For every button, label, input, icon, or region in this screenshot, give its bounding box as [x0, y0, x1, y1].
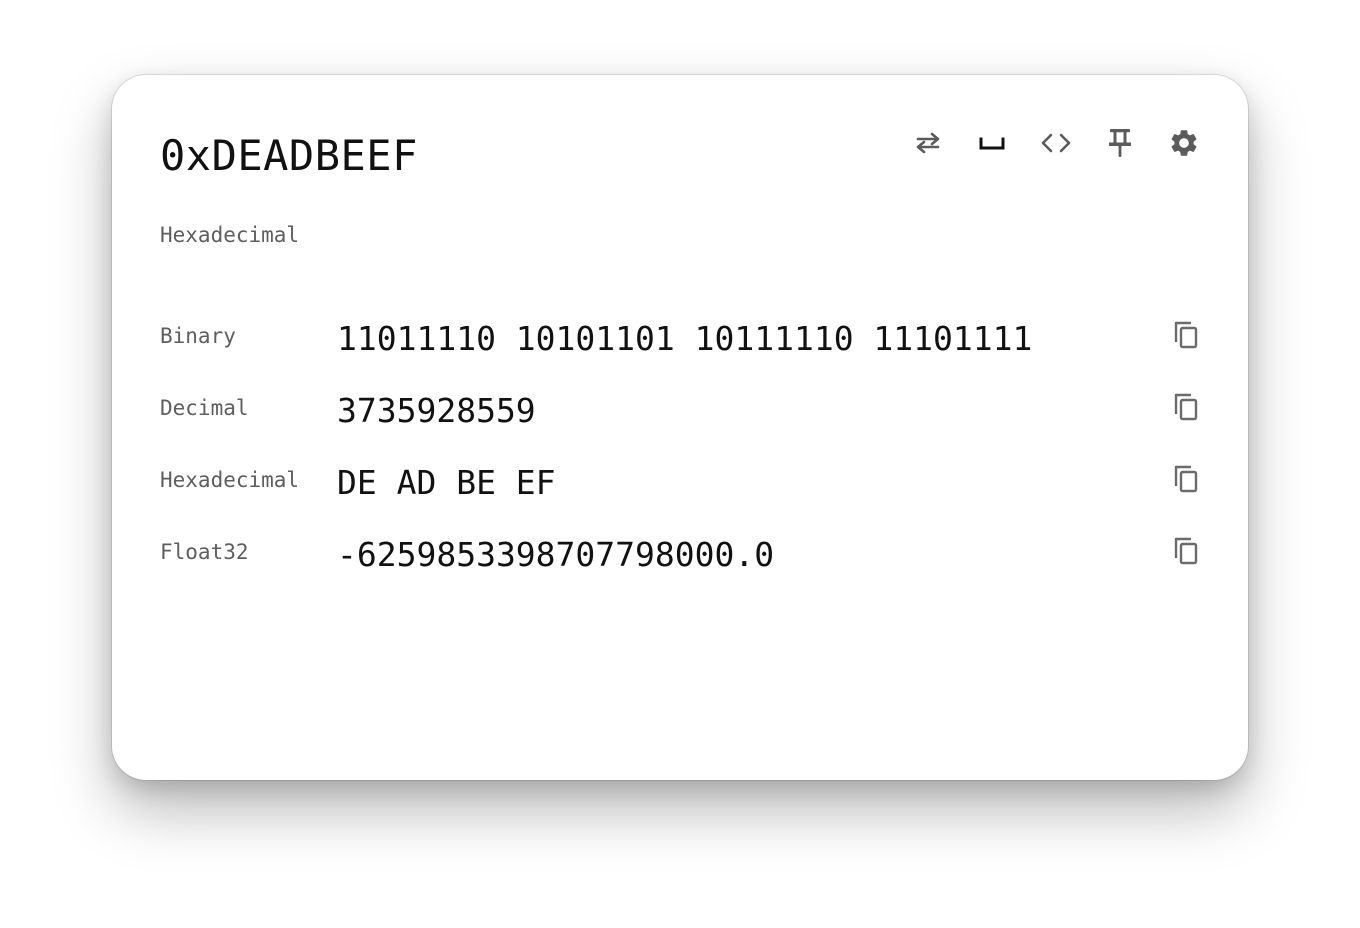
copy-button[interactable]	[1168, 535, 1204, 571]
copy-button[interactable]	[1168, 463, 1204, 499]
row-label: Binary	[160, 324, 236, 348]
conversion-row-hexadecimal: Hexadecimal DE AD BE EF	[160, 459, 1204, 531]
row-value[interactable]: DE AD BE EF	[337, 463, 556, 503]
swap-icon	[913, 130, 943, 156]
pin-button[interactable]	[1102, 123, 1138, 163]
conversion-row-float32: Float32 -6259853398707798000.0	[160, 531, 1204, 603]
code-icon	[1040, 131, 1072, 155]
conversion-list: Binary 11011110 10101101 10111110 111011…	[160, 315, 1204, 603]
page-title: 0xDEADBEEF	[160, 131, 418, 180]
input-format-label: Hexadecimal	[160, 223, 300, 247]
toolbar	[910, 123, 1202, 163]
code-button[interactable]	[1038, 123, 1074, 163]
row-value[interactable]: 3735928559	[337, 391, 536, 431]
space-icon	[979, 133, 1005, 153]
gear-icon	[1168, 127, 1200, 159]
copy-icon	[1172, 320, 1200, 354]
swap-button[interactable]	[910, 123, 946, 163]
row-label: Decimal	[160, 396, 249, 420]
row-label: Float32	[160, 540, 249, 564]
space-toggle-button[interactable]	[974, 123, 1010, 163]
copy-icon	[1172, 536, 1200, 570]
copy-button[interactable]	[1168, 319, 1204, 355]
copy-icon	[1172, 464, 1200, 498]
conversion-row-decimal: Decimal 3735928559	[160, 387, 1204, 459]
copy-icon	[1172, 392, 1200, 426]
converter-window: 0xDEADBEEF Hexadecimal Binary 11011110 1…	[112, 75, 1248, 780]
row-value[interactable]: 11011110 10101101 10111110 11101111	[337, 319, 1032, 359]
row-label: Hexadecimal	[160, 468, 300, 492]
row-value[interactable]: -6259853398707798000.0	[337, 535, 774, 575]
conversion-row-binary: Binary 11011110 10101101 10111110 111011…	[160, 315, 1204, 387]
copy-button[interactable]	[1168, 391, 1204, 427]
pin-icon	[1107, 127, 1133, 159]
settings-button[interactable]	[1166, 123, 1202, 163]
